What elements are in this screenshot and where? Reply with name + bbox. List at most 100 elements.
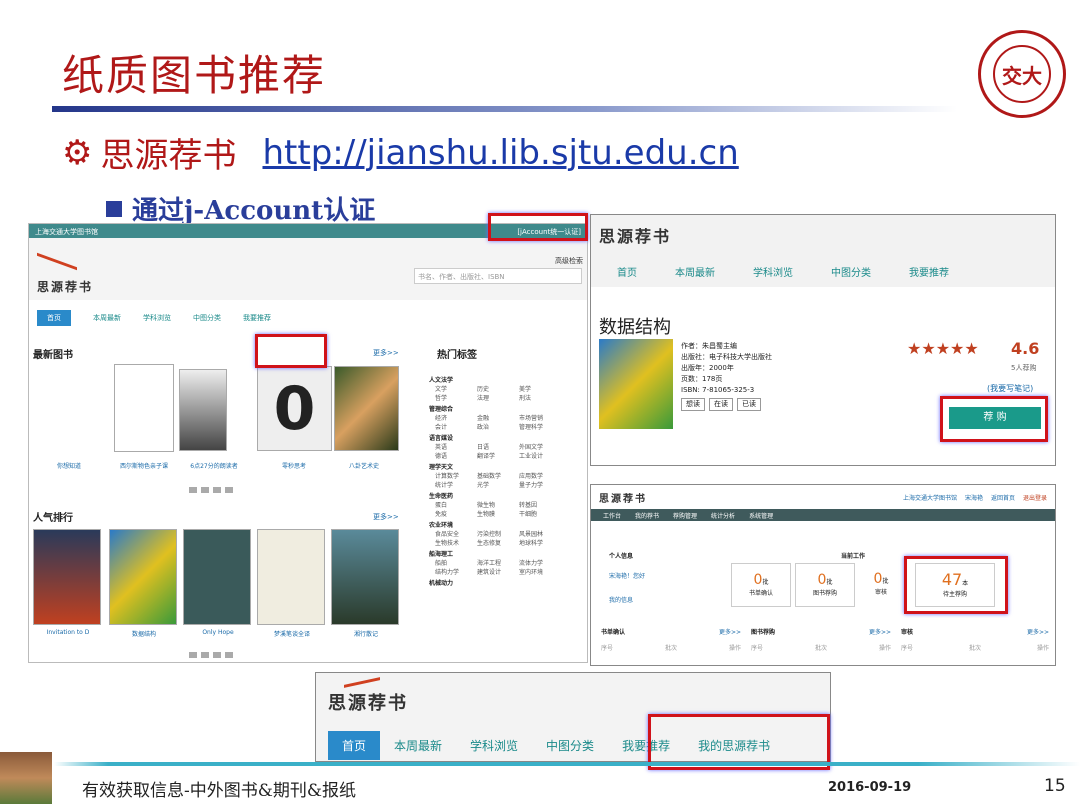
- home-link[interactable]: 返回首页: [991, 493, 1015, 502]
- book-title[interactable]: 零秒思考: [259, 461, 329, 470]
- tag[interactable]: 德语: [435, 452, 463, 461]
- tag-category[interactable]: 人文法学: [429, 376, 579, 385]
- book-title[interactable]: 6点27分的朗读者: [179, 461, 249, 470]
- tag[interactable]: 管理科学: [519, 423, 547, 432]
- book-title[interactable]: Only Hope: [183, 629, 253, 636]
- tag[interactable]: 蛋白: [435, 501, 463, 510]
- book-title[interactable]: 八卦艺术史: [329, 461, 399, 470]
- nav-home[interactable]: 首页: [37, 310, 71, 326]
- tab-system[interactable]: 系统管理: [749, 511, 773, 520]
- carousel-dots[interactable]: [189, 652, 233, 658]
- book-title[interactable]: Invitation to D: [33, 629, 103, 636]
- book-cover[interactable]: 0: [257, 366, 332, 451]
- book-cover[interactable]: [33, 529, 101, 625]
- tag[interactable]: 食品安全: [435, 530, 463, 539]
- book-title[interactable]: 湘行散记: [331, 629, 401, 638]
- book-cover[interactable]: [183, 529, 251, 625]
- book-cover[interactable]: [331, 529, 399, 625]
- tag[interactable]: 免疫: [435, 510, 463, 519]
- tag-category[interactable]: 生命医药: [429, 492, 579, 501]
- tab-stats[interactable]: 统计分析: [711, 511, 735, 520]
- tag[interactable]: 结构力学: [435, 568, 463, 577]
- tag[interactable]: 统计学: [435, 481, 463, 490]
- stat-card[interactable]: 0批 图书荐购: [795, 563, 855, 607]
- tag[interactable]: 刑法: [519, 394, 547, 403]
- tag[interactable]: 建筑设计: [477, 568, 505, 577]
- book-title[interactable]: 梦溪笔谈全译: [257, 629, 327, 638]
- tag[interactable]: 量子力学: [519, 481, 547, 490]
- tab-my-books[interactable]: 我的荐书: [635, 511, 659, 520]
- my-info-link[interactable]: 我的信息: [609, 595, 633, 604]
- tag[interactable]: 翻译学: [477, 452, 505, 461]
- tag[interactable]: 光学: [477, 481, 505, 490]
- carousel-dots[interactable]: [189, 487, 233, 493]
- tag[interactable]: 英语: [435, 443, 463, 452]
- tag[interactable]: 海洋工程: [477, 559, 505, 568]
- tab-workbench[interactable]: 工作台: [603, 511, 621, 520]
- tag[interactable]: 基础数学: [477, 472, 505, 481]
- user-link[interactable]: 宋海艳: [965, 493, 983, 502]
- tag-category[interactable]: 船海理工: [429, 550, 579, 559]
- book-cover[interactable]: [114, 364, 174, 452]
- tag-category[interactable]: 机械动力: [429, 579, 579, 588]
- advanced-search-link[interactable]: 高级检索: [555, 256, 583, 266]
- nav-weekly[interactable]: 本周最新: [93, 313, 121, 323]
- tag[interactable]: 计算数学: [435, 472, 463, 481]
- nav-clc[interactable]: 中图分类: [831, 264, 871, 279]
- tag[interactable]: 室内环境: [519, 568, 547, 577]
- nav-home[interactable]: 首页: [328, 731, 381, 760]
- tag-category[interactable]: 农业环境: [429, 521, 579, 530]
- nav-subject[interactable]: 学科浏览: [753, 264, 793, 279]
- nav-home[interactable]: 首页: [617, 264, 637, 279]
- tag[interactable]: 日语: [477, 443, 505, 452]
- book-title[interactable]: 西尔斯物色亲子课: [109, 461, 179, 470]
- tag[interactable]: 哲学: [435, 394, 463, 403]
- logout-link[interactable]: 退出登录: [1023, 493, 1047, 502]
- tag-category[interactable]: 管理综合: [429, 405, 579, 414]
- want-read-button[interactable]: 想读: [681, 398, 705, 411]
- tag[interactable]: 应用数学: [519, 472, 547, 481]
- tag[interactable]: 生物膜: [477, 510, 505, 519]
- nav-weekly[interactable]: 本周最新: [380, 731, 456, 760]
- nav-subject[interactable]: 学科浏览: [143, 313, 171, 323]
- stat-card[interactable]: 0批 审核: [859, 563, 903, 607]
- tag[interactable]: 外国文学: [519, 443, 547, 452]
- tag[interactable]: 法理: [477, 394, 505, 403]
- tag[interactable]: 转基因: [519, 501, 547, 510]
- reading-button[interactable]: 在读: [709, 398, 733, 411]
- tag[interactable]: 会计: [435, 423, 463, 432]
- book-cover[interactable]: [109, 529, 177, 625]
- popular-more-link[interactable]: 更多>>: [373, 512, 399, 522]
- nav-recommend[interactable]: 我要推荐: [243, 313, 271, 323]
- tag[interactable]: 历史: [477, 385, 505, 394]
- tag-category[interactable]: 理学天文: [429, 463, 579, 472]
- write-note-link[interactable]: (我要写笔记): [987, 383, 1033, 394]
- tag[interactable]: 市场营销: [519, 414, 547, 423]
- tag[interactable]: 流体力学: [519, 559, 547, 568]
- tag[interactable]: 微生物: [477, 501, 505, 510]
- read-button[interactable]: 已读: [737, 398, 761, 411]
- tag[interactable]: 金融: [477, 414, 505, 423]
- nav-weekly[interactable]: 本周最新: [675, 264, 715, 279]
- site-link[interactable]: http://jianshu.lib.sjtu.edu.cn: [262, 133, 738, 173]
- nav-subject[interactable]: 学科浏览: [456, 731, 532, 760]
- tag[interactable]: 政治: [477, 423, 505, 432]
- tag-category[interactable]: 语言媒设: [429, 434, 579, 443]
- tag[interactable]: 经济: [435, 414, 463, 423]
- library-link[interactable]: 上海交通大学图书馆: [903, 493, 957, 502]
- book-cover[interactable]: [179, 369, 227, 451]
- tag[interactable]: 地球科学: [519, 539, 547, 548]
- tag[interactable]: 生态修复: [477, 539, 505, 548]
- tab-purchase[interactable]: 荐购管理: [673, 511, 697, 520]
- tag[interactable]: 工业设计: [519, 452, 547, 461]
- tag[interactable]: 船舶: [435, 559, 463, 568]
- nav-clc[interactable]: 中图分类: [532, 731, 608, 760]
- book-cover[interactable]: [257, 529, 325, 625]
- stat-card[interactable]: 0批 书单确认: [731, 563, 791, 607]
- book-title[interactable]: 你想知道: [34, 461, 104, 470]
- tag[interactable]: 风景园林: [519, 530, 547, 539]
- book-cover[interactable]: [334, 366, 399, 451]
- tag[interactable]: 污染控制: [477, 530, 505, 539]
- tag[interactable]: 美学: [519, 385, 547, 394]
- tag[interactable]: 生物技术: [435, 539, 463, 548]
